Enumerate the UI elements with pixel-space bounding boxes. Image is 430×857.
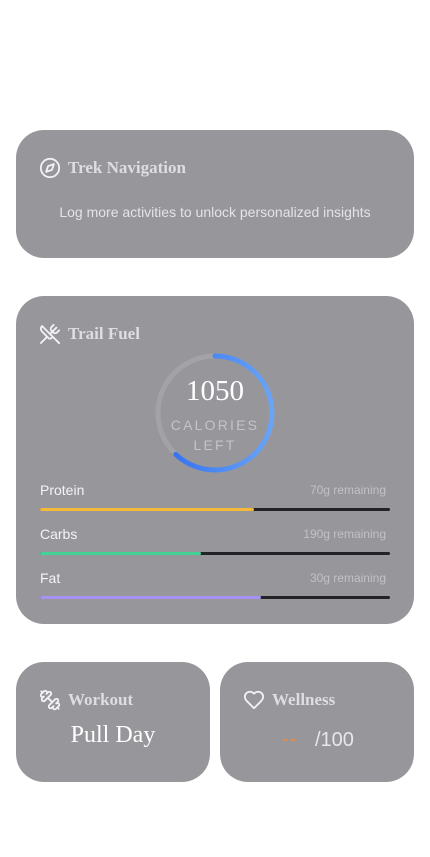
heart-icon	[243, 689, 265, 711]
trail-fuel-card[interactable]: Trail Fuel 1050 CALORIES LEFT Protein 70…	[16, 296, 414, 624]
macro-name-fat: Fat	[40, 570, 61, 586]
trek-navigation-card[interactable]: Trek Navigation Log more activities to u…	[16, 130, 414, 258]
wellness-score: --	[282, 728, 298, 750]
calories-ring: 1050 CALORIES LEFT	[155, 353, 275, 473]
workout-title: Workout	[68, 690, 134, 709]
workout-card[interactable]: Workout Pull Day	[16, 662, 210, 782]
trail-fuel-title: Trail Fuel	[68, 324, 140, 343]
calories-left-label: CALORIES LEFT	[170, 417, 260, 453]
macro-bar-fat	[40, 596, 390, 599]
macro-bar-carbs	[40, 552, 390, 555]
wellness-score-max: /100	[315, 729, 354, 751]
wellness-card[interactable]: Wellness -- /100	[220, 662, 414, 782]
dumbbell-icon	[39, 689, 61, 711]
macro-name-protein: Protein	[40, 482, 85, 498]
compass-icon	[39, 157, 61, 179]
wellness-title: Wellness	[272, 690, 336, 709]
calories-left-value: 1050	[186, 375, 244, 407]
macro-remaining-fat: 30g remaining	[309, 571, 386, 585]
insights-message: Log more activities to unlock personaliz…	[59, 204, 371, 220]
trek-navigation-title: Trek Navigation	[68, 158, 186, 177]
utensils-crossed-icon	[39, 323, 61, 345]
macro-bar-protein	[40, 508, 390, 511]
workout-value: Pull Day	[70, 722, 156, 748]
macro-remaining-protein: 70g remaining	[309, 483, 386, 497]
macro-bar-fill-fat	[40, 596, 261, 599]
macro-remaining-carbs: 190g remaining	[303, 527, 386, 541]
macro-bar-fill-carbs	[40, 552, 201, 555]
macro-bar-fill-protein	[40, 508, 254, 511]
macro-name-carbs: Carbs	[40, 526, 78, 542]
